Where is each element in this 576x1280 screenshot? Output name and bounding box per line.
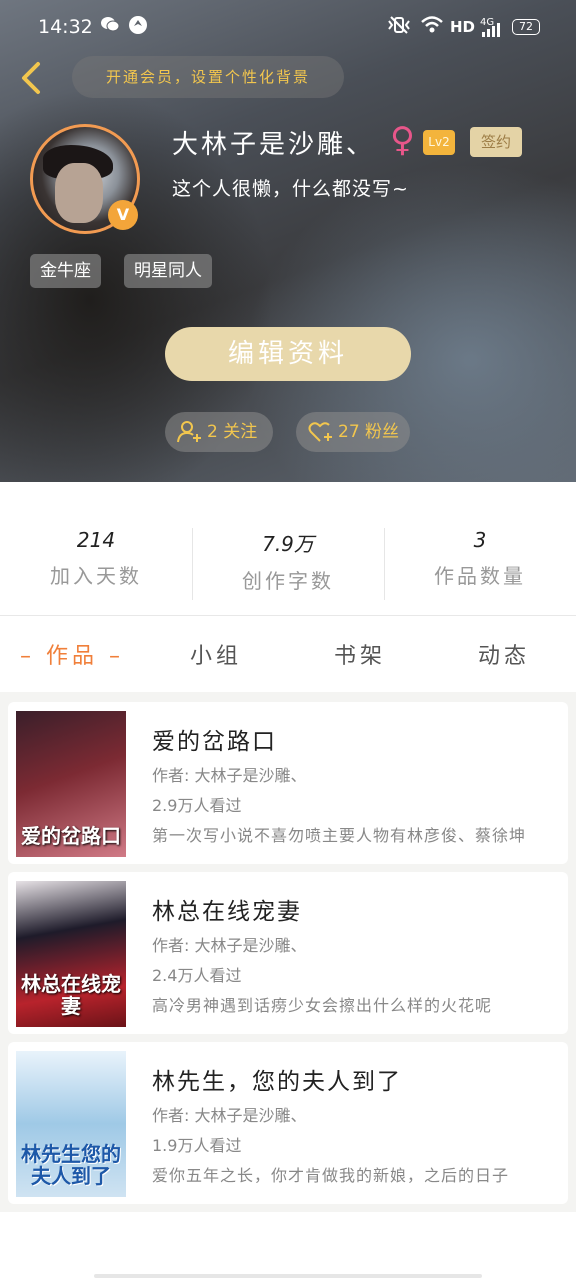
app-notification-icon: [128, 15, 148, 40]
username: 大林子是沙雕、: [172, 130, 376, 160]
heart-plus-icon: [308, 422, 332, 442]
list-item[interactable]: 林先生您的夫人到了 林先生，您的夫人到了 作者: 大林子是沙雕、 1.9万人看过…: [8, 1042, 568, 1204]
bio-text: 这个人很懒，什么都没写~: [172, 178, 409, 200]
verified-badge: V: [108, 200, 138, 230]
tab-activity[interactable]: 动态: [432, 638, 576, 670]
wechat-icon: [100, 15, 120, 38]
book-views: 2.4万人看过: [152, 966, 242, 985]
list-item[interactable]: 林总在线宠妻 林总在线宠妻 作者: 大林子是沙雕、 2.4万人看过 高冷男神遇到…: [8, 872, 568, 1034]
stat-label: 创作字数: [242, 569, 334, 593]
stats-row: 214 加入天数 7.9万 创作字数 3 作品数量: [0, 482, 576, 616]
stat-label: 加入天数: [50, 564, 142, 588]
fans-button[interactable]: 27 粉丝: [296, 412, 410, 452]
book-cover[interactable]: 林总在线宠妻: [16, 881, 126, 1027]
mute-vibrate-icon: [386, 15, 412, 40]
cover-title: 林总在线宠妻: [21, 972, 121, 1018]
tab-works[interactable]: – 作品 –: [0, 638, 144, 670]
tag-category[interactable]: 明星同人: [124, 254, 212, 288]
avatar-face: [55, 163, 103, 223]
add-person-icon: [177, 421, 201, 443]
list-item[interactable]: 爱的岔路口 爱的岔路口 作者: 大林子是沙雕、 2.9万人看过 第一次写小说不喜…: [8, 702, 568, 864]
signed-badge: 签约: [470, 127, 522, 157]
book-author: 作者: 大林子是沙雕、: [152, 766, 307, 785]
bottom-area: [0, 1212, 576, 1280]
tab-groups[interactable]: 小组: [144, 638, 288, 670]
stat-word-count: 7.9万 创作字数: [192, 528, 384, 594]
stat-value: 7.9万: [262, 532, 314, 556]
stat-value: 214: [76, 528, 116, 552]
book-description: 第一次写小说不喜勿喷主要人物有林彦俊、蔡徐坤: [152, 826, 527, 845]
home-indicator[interactable]: [94, 1274, 482, 1278]
profile-tabs: – 作品 – 小组 书架 动态: [0, 616, 576, 692]
cover-title: 爱的岔路口: [21, 824, 121, 848]
book-title[interactable]: 林先生，您的夫人到了: [152, 1062, 402, 1096]
chevron-left-icon: [22, 62, 40, 94]
stat-join-days: 214 加入天数: [0, 528, 192, 589]
book-title[interactable]: 爱的岔路口: [152, 722, 277, 756]
book-title[interactable]: 林总在线宠妻: [152, 892, 302, 926]
tab-bookshelf[interactable]: 书架: [288, 638, 432, 670]
signal-icon: [482, 22, 500, 42]
stat-label: 作品数量: [434, 564, 526, 588]
works-list: 爱的岔路口 爱的岔路口 作者: 大林子是沙雕、 2.9万人看过 第一次写小说不喜…: [0, 692, 576, 1212]
profile-header: 14:32 HD 4G 72 开通会员，设置个性化背景 V 大林子是沙雕、 ♀ …: [0, 0, 576, 482]
book-description: 高冷男神遇到话痨少女会擦出什么样的火花呢: [152, 996, 493, 1015]
following-count: 2 关注: [207, 422, 258, 442]
tag-zodiac[interactable]: 金牛座: [30, 254, 101, 288]
edit-profile-button[interactable]: 编辑资料: [165, 327, 411, 381]
book-description: 爱你五年之长，你才肯做我的新娘，之后的日子: [152, 1166, 510, 1185]
hd-indicator: HD: [450, 18, 476, 36]
book-author: 作者: 大林子是沙雕、: [152, 1106, 307, 1125]
book-views: 1.9万人看过: [152, 1136, 242, 1155]
stat-works-count: 3 作品数量: [384, 528, 576, 589]
vip-banner-button[interactable]: 开通会员，设置个性化背景: [72, 56, 344, 98]
book-cover[interactable]: 爱的岔路口: [16, 711, 126, 857]
wifi-icon: [420, 15, 444, 40]
following-button[interactable]: 2 关注: [165, 412, 273, 452]
battery-icon: 72: [512, 19, 540, 35]
level-badge: Lv2: [423, 130, 455, 155]
stat-value: 3: [473, 528, 487, 552]
book-cover[interactable]: 林先生您的夫人到了: [16, 1051, 126, 1197]
book-views: 2.9万人看过: [152, 796, 242, 815]
cover-title: 林先生您的夫人到了: [21, 1142, 121, 1188]
status-time: 14:32: [38, 16, 93, 38]
status-bar: 14:32 HD 4G 72: [0, 0, 576, 56]
fans-count: 27 粉丝: [338, 422, 400, 442]
back-button[interactable]: [14, 58, 48, 98]
book-author: 作者: 大林子是沙雕、: [152, 936, 307, 955]
female-icon: ♀: [390, 120, 415, 160]
